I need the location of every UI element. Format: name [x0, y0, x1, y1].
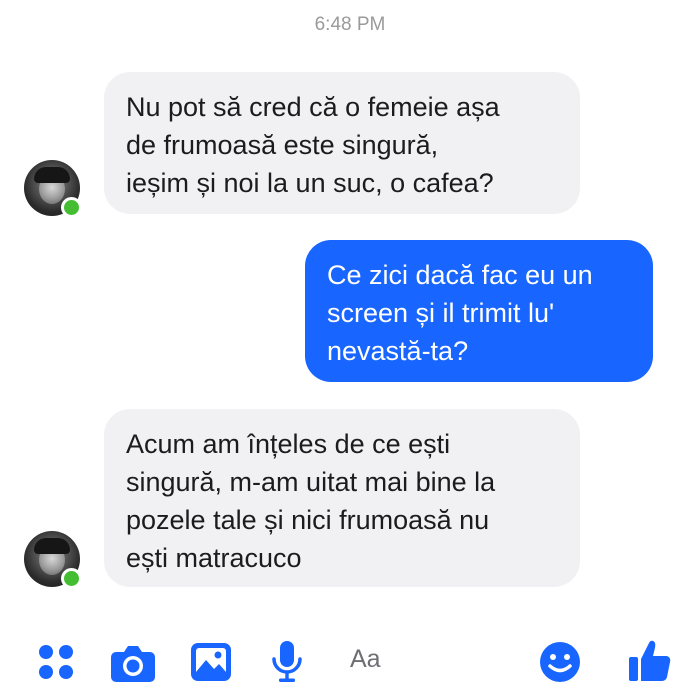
- online-status-dot: [61, 197, 82, 218]
- outgoing-message-bubble[interactable]: Ce zici dacă fac eu un screen și il trim…: [305, 240, 653, 382]
- avatar-photo-hair: [34, 538, 70, 554]
- microphone-icon[interactable]: [270, 640, 304, 684]
- camera-icon[interactable]: [110, 643, 156, 683]
- apps-icon[interactable]: [36, 642, 76, 682]
- gallery-icon[interactable]: [190, 642, 232, 682]
- sender-avatar[interactable]: [24, 160, 82, 218]
- conversation-timestamp: 6:48 PM: [314, 14, 386, 35]
- sender-avatar[interactable]: [24, 531, 82, 589]
- like-thumb-icon[interactable]: [627, 637, 673, 683]
- online-status-dot: [61, 568, 82, 589]
- avatar-photo-hair: [34, 167, 70, 183]
- incoming-message-bubble[interactable]: Acum am înțeles de ce ești singură, m-am…: [104, 409, 580, 587]
- emoji-icon[interactable]: [539, 641, 581, 683]
- incoming-message-bubble[interactable]: Nu pot să cred că o femeie așa de frumoa…: [104, 72, 580, 214]
- message-input[interactable]: Aa: [350, 645, 381, 674]
